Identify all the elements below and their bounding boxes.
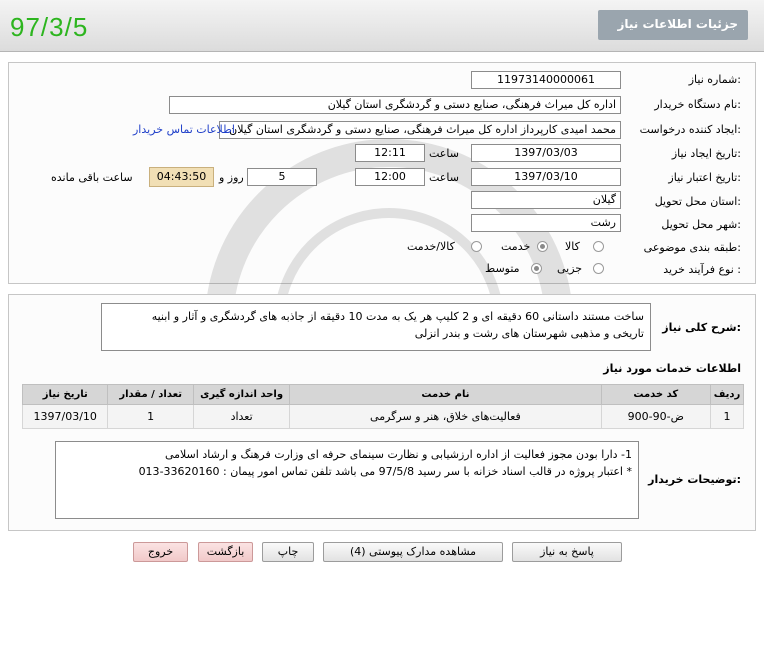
category-radio-goods[interactable] bbox=[593, 241, 604, 252]
print-button[interactable]: چاپ bbox=[262, 542, 314, 562]
services-title: اطلاعات خدمات مورد نیاز bbox=[603, 362, 741, 375]
buyer-org-label: نام دستگاه خریدار: bbox=[654, 98, 741, 111]
requester-label: ایجاد کننده درخواست: bbox=[639, 123, 741, 136]
cell-unit: تعداد bbox=[192, 404, 291, 429]
category-label: طبقه بندی موضوعی: bbox=[643, 241, 741, 254]
delivery-city-field: رشت bbox=[471, 214, 621, 232]
days-label: روز و bbox=[219, 171, 244, 184]
cell-quantity: 1 bbox=[107, 404, 194, 429]
col-quantity: تعداد / مقدار bbox=[107, 384, 194, 405]
announce-time-label: ساعت bbox=[429, 147, 459, 160]
process-radio-medium[interactable] bbox=[531, 263, 542, 274]
attachments-button[interactable]: مشاهده مدارک پیوستی (4) bbox=[323, 542, 503, 562]
description-line-2: تاریخی و مذهبی شهرستان های رشت و بندر ان… bbox=[414, 327, 644, 340]
buyer-contact-link[interactable]: اطلاعات تماس خریدار bbox=[133, 123, 235, 136]
description-line-1: ساخت مستند داستانی 60 دقیقه ای و 2 کلیپ … bbox=[151, 310, 644, 323]
delivery-province-field: گیلان bbox=[471, 191, 621, 209]
remaining-time: 04:43:50 bbox=[149, 167, 214, 187]
process-radio-minor[interactable] bbox=[593, 263, 604, 274]
cell-row-number: 1 bbox=[710, 404, 744, 429]
announce-date-label: تاریخ ایجاد نیاز: bbox=[671, 147, 741, 160]
back-button[interactable]: بازگشت bbox=[198, 542, 253, 562]
table-row: 1397/03/10 1 تعداد فعالیت‌های خلاق، هنر … bbox=[21, 404, 744, 429]
cell-service-code: ض-90-900 bbox=[600, 404, 712, 429]
exit-button[interactable]: خروج bbox=[133, 542, 188, 562]
category-goods-service-label: کالا/خدمت bbox=[407, 240, 455, 253]
buyer-notes-label: توضیحات خریدار: bbox=[648, 473, 741, 486]
need-number-field: 11973140000061 bbox=[471, 71, 621, 89]
need-number-label: شماره نیاز: bbox=[688, 73, 741, 86]
cell-need-date: 1397/03/10 bbox=[21, 404, 109, 429]
col-unit: واحد اندازه گیری bbox=[192, 384, 291, 405]
days-field: 5 bbox=[247, 168, 317, 186]
category-service-label: خدمت bbox=[501, 240, 531, 253]
buyer-notes-box: 1- دارا بودن مجوز فعالیت از اداره ارزشیا… bbox=[55, 441, 639, 519]
need-info-panel: شماره نیاز: 11973140000061 نام دستگاه خر… bbox=[8, 62, 756, 363]
services-header-row: تاریخ نیاز تعداد / مقدار واحد اندازه گیر… bbox=[21, 384, 744, 405]
description-label: شرح کلی نیاز: bbox=[662, 321, 741, 334]
delivery-province-label: استان محل تحویل: bbox=[654, 195, 741, 208]
requester-field: محمد امیدی کارپرداز اداره کل میراث فرهنگ… bbox=[219, 121, 621, 139]
services-table: تاریخ نیاز تعداد / مقدار واحد اندازه گیر… bbox=[21, 384, 744, 429]
buyer-notes-line-2: * اعتبار پروژه در قالب اسناد خزانه با سر… bbox=[138, 465, 632, 478]
validity-date-field: 1397/03/10 bbox=[471, 168, 621, 186]
announce-time-field: 12:11 bbox=[355, 144, 425, 162]
remaining-label: ساعت باقی مانده bbox=[51, 171, 133, 184]
process-medium-label: متوسط bbox=[485, 262, 520, 275]
validity-time-label: ساعت bbox=[429, 171, 459, 184]
col-service-name: نام خدمت bbox=[289, 384, 602, 405]
reply-button[interactable]: پاسخ به نیاز bbox=[512, 542, 622, 562]
announce-date-field: 1397/03/03 bbox=[471, 144, 621, 162]
header-date: 97/3/5 bbox=[10, 12, 89, 42]
buyer-notes-line-1: 1- دارا بودن مجوز فعالیت از اداره ارزشیا… bbox=[164, 448, 632, 461]
process-minor-label: جزیی bbox=[557, 262, 583, 275]
validity-date-label: تاریخ اعتبار نیاز: bbox=[668, 171, 741, 184]
delivery-city-label: شهر محل تحویل: bbox=[661, 218, 741, 231]
validity-time-field: 12:00 bbox=[355, 168, 425, 186]
details-panel: شرح کلی نیاز: ساخت مستند داستانی 60 دقیق… bbox=[8, 294, 756, 531]
page-title: جزئیات اطلاعات نیاز bbox=[598, 10, 748, 40]
category-radio-goods-service[interactable] bbox=[471, 241, 482, 252]
category-goods-label: کالا bbox=[565, 240, 580, 253]
cell-service-name: فعالیت‌های خلاق، هنر و سرگرمی bbox=[289, 404, 602, 429]
col-row-number: ردیف bbox=[710, 384, 744, 405]
description-box: ساخت مستند داستانی 60 دقیقه ای و 2 کلیپ … bbox=[101, 303, 651, 351]
title-bar: 97/3/5 جزئیات اطلاعات نیاز bbox=[0, 0, 764, 52]
buyer-org-field: اداره کل میراث فرهنگی، صنایع دستی و گردش… bbox=[169, 96, 621, 114]
category-radio-service[interactable] bbox=[537, 241, 548, 252]
col-need-date: تاریخ نیاز bbox=[21, 384, 109, 405]
process-type-label: نوع فرآیند خرید : bbox=[663, 263, 741, 276]
col-service-code: کد خدمت bbox=[600, 384, 712, 405]
